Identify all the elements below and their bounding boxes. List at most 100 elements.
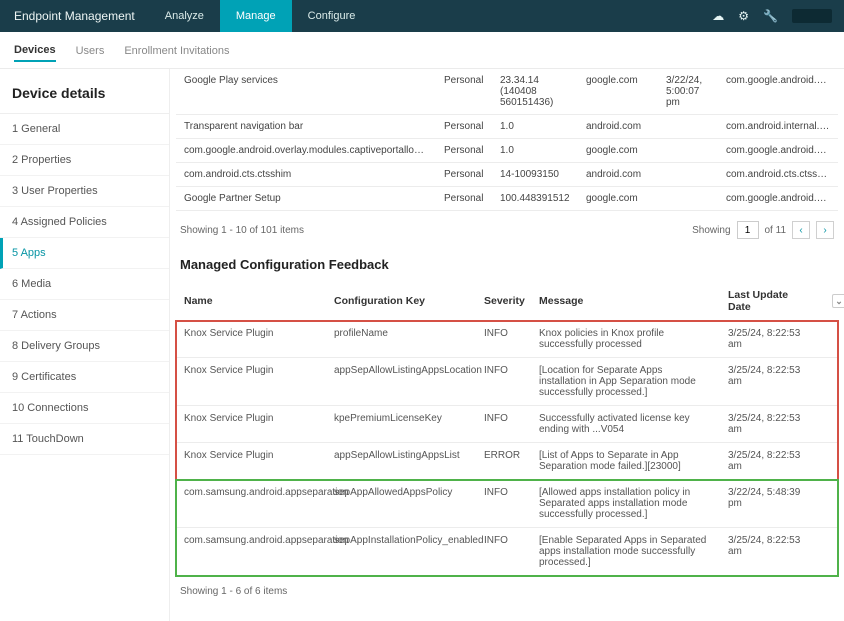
cell-date: 3/25/24, 8:22:53 am: [720, 528, 820, 576]
cell-personal: Personal: [436, 163, 492, 187]
cell-pkg: com.google.android.overlay.m: [718, 139, 838, 163]
sidebar-item-assigned-policies[interactable]: 4 Assigned Policies: [0, 207, 169, 238]
cell-severity: INFO: [476, 528, 531, 576]
col-message[interactable]: Message: [531, 282, 720, 321]
sidebar-item-touchdown[interactable]: 11 TouchDown: [0, 424, 169, 455]
pager-of-label: of 11: [765, 225, 787, 236]
cell-personal: Personal: [436, 115, 492, 139]
col-severity[interactable]: Severity: [476, 282, 531, 321]
cell-blank: [820, 528, 838, 576]
tab-manage[interactable]: Manage: [220, 0, 292, 32]
feedback-title: Managed Configuration Feedback: [176, 253, 838, 282]
cell-name: com.samsung.android.appseparation: [176, 480, 326, 528]
sidebar-item-actions[interactable]: 7 Actions: [0, 300, 169, 331]
table-row[interactable]: Google Play servicesPersonal23.34.14 (14…: [176, 69, 838, 115]
table-row[interactable]: Knox Service PluginappSepAllowListingApp…: [176, 358, 838, 406]
cell-name: Knox Service Plugin: [176, 358, 326, 406]
cell-date: 3/25/24, 8:22:53 am: [720, 358, 820, 406]
cell-date: 3/22/24, 5:48:39 pm: [720, 480, 820, 528]
col-date[interactable]: Last Update Date: [720, 282, 820, 321]
sidebar-item-media[interactable]: 6 Media: [0, 269, 169, 300]
cloud-icon[interactable]: ☁: [712, 9, 724, 23]
cell-message: [List of Apps to Separate in App Separat…: [531, 443, 720, 480]
gear-icon[interactable]: ⚙: [738, 9, 749, 23]
table-row[interactable]: Knox Service PluginkpePremiumLicenseKeyI…: [176, 406, 838, 443]
cell-pkg: com.google.android.partners: [718, 187, 838, 211]
top-icons: ☁ ⚙ 🔧: [712, 9, 844, 23]
tab-configure[interactable]: Configure: [292, 0, 372, 32]
tab-analyze[interactable]: Analyze: [149, 0, 220, 32]
cell-date: 3/25/24, 8:22:53 am: [720, 443, 820, 480]
subtab-enrollment[interactable]: Enrollment Invitations: [124, 41, 229, 61]
cell-message: [Location for Separate Apps installation…: [531, 358, 720, 406]
cell-severity: INFO: [476, 358, 531, 406]
sidebar-item-delivery-groups[interactable]: 8 Delivery Groups: [0, 331, 169, 362]
cell-vendor: google.com: [578, 139, 658, 163]
pager-prev[interactable]: ‹: [792, 221, 810, 239]
cell-name: Knox Service Plugin: [176, 443, 326, 480]
cell-personal: Personal: [436, 139, 492, 163]
cell-date: 3/22/24, 5:00:07 pm: [658, 69, 718, 115]
sidebar-item-general[interactable]: 1 General: [0, 114, 169, 145]
apps-table: Google Play servicesPersonal23.34.14 (14…: [176, 69, 838, 211]
table-row[interactable]: com.samsung.android.appseparationsepAppA…: [176, 480, 838, 528]
table-row[interactable]: com.google.android.overlay.modules.capti…: [176, 139, 838, 163]
subtab-users[interactable]: Users: [76, 41, 105, 61]
cell-severity: INFO: [476, 321, 531, 358]
cell-name: Transparent navigation bar: [176, 115, 436, 139]
apps-pager-row: Showing 1 - 10 of 101 items Showing of 1…: [176, 211, 838, 253]
cell-vendor: android.com: [578, 163, 658, 187]
cell-severity: INFO: [476, 480, 531, 528]
table-row[interactable]: com.android.cts.ctsshimPersonal14-100931…: [176, 163, 838, 187]
brand: Endpoint Management: [0, 9, 149, 23]
sidebar-item-apps[interactable]: 5 Apps: [0, 238, 169, 269]
cell-personal: Personal: [436, 69, 492, 115]
cell-ver: 23.34.14 (140408 560151436): [492, 69, 578, 115]
cell-date: [658, 115, 718, 139]
cell-personal: Personal: [436, 187, 492, 211]
cell-key: sepAppAllowedAppsPolicy: [326, 480, 476, 528]
cell-key: profileName: [326, 321, 476, 358]
pager-showing-label: Showing: [692, 225, 730, 236]
cell-key: kpePremiumLicenseKey: [326, 406, 476, 443]
sidebar-item-user-properties[interactable]: 3 User Properties: [0, 176, 169, 207]
sidebar-title: Device details: [0, 75, 169, 114]
table-row[interactable]: Transparent navigation barPersonal1.0and…: [176, 115, 838, 139]
wrench-icon[interactable]: 🔧: [763, 9, 778, 23]
sub-nav: Devices Users Enrollment Invitations: [0, 32, 844, 69]
cell-severity: ERROR: [476, 443, 531, 480]
sidebar: Device details 1 General 2 Properties 3 …: [0, 69, 170, 621]
cell-name: Google Play services: [176, 69, 436, 115]
main: Device details 1 General 2 Properties 3 …: [0, 69, 844, 621]
cell-date: [658, 139, 718, 163]
table-row[interactable]: Knox Service PluginprofileNameINFOKnox p…: [176, 321, 838, 358]
cell-message: [Enable Separated Apps in Separated apps…: [531, 528, 720, 576]
cell-pkg: com.google.android.gms: [718, 69, 838, 115]
cell-blank: [820, 321, 838, 358]
feedback-table: Name Configuration Key Severity Message …: [176, 282, 838, 576]
col-key[interactable]: Configuration Key: [326, 282, 476, 321]
col-sort[interactable]: ⌄: [820, 282, 838, 321]
table-row[interactable]: com.samsung.android.appseparationsepAppI…: [176, 528, 838, 576]
col-name[interactable]: Name: [176, 282, 326, 321]
pager-page-input[interactable]: [737, 221, 759, 239]
apps-showing: Showing 1 - 10 of 101 items: [180, 225, 304, 236]
cell-blank: [820, 443, 838, 480]
cell-severity: INFO: [476, 406, 531, 443]
cell-vendor: google.com: [578, 187, 658, 211]
cell-name: Knox Service Plugin: [176, 321, 326, 358]
table-row[interactable]: Google Partner SetupPersonal100.44839151…: [176, 187, 838, 211]
sidebar-item-certificates[interactable]: 9 Certificates: [0, 362, 169, 393]
subtab-devices[interactable]: Devices: [14, 40, 56, 62]
cell-blank: [820, 406, 838, 443]
pager-next[interactable]: ›: [816, 221, 834, 239]
cell-name: Knox Service Plugin: [176, 406, 326, 443]
sidebar-item-properties[interactable]: 2 Properties: [0, 145, 169, 176]
feedback-showing-row: Showing 1 - 6 of 6 items: [176, 576, 838, 611]
sidebar-item-connections[interactable]: 10 Connections: [0, 393, 169, 424]
cell-name: com.android.cts.ctsshim: [176, 163, 436, 187]
cell-ver: 100.448391512: [492, 187, 578, 211]
table-row[interactable]: Knox Service PluginappSepAllowListingApp…: [176, 443, 838, 480]
user-menu[interactable]: [792, 9, 832, 23]
top-nav: Endpoint Management Analyze Manage Confi…: [0, 0, 844, 32]
